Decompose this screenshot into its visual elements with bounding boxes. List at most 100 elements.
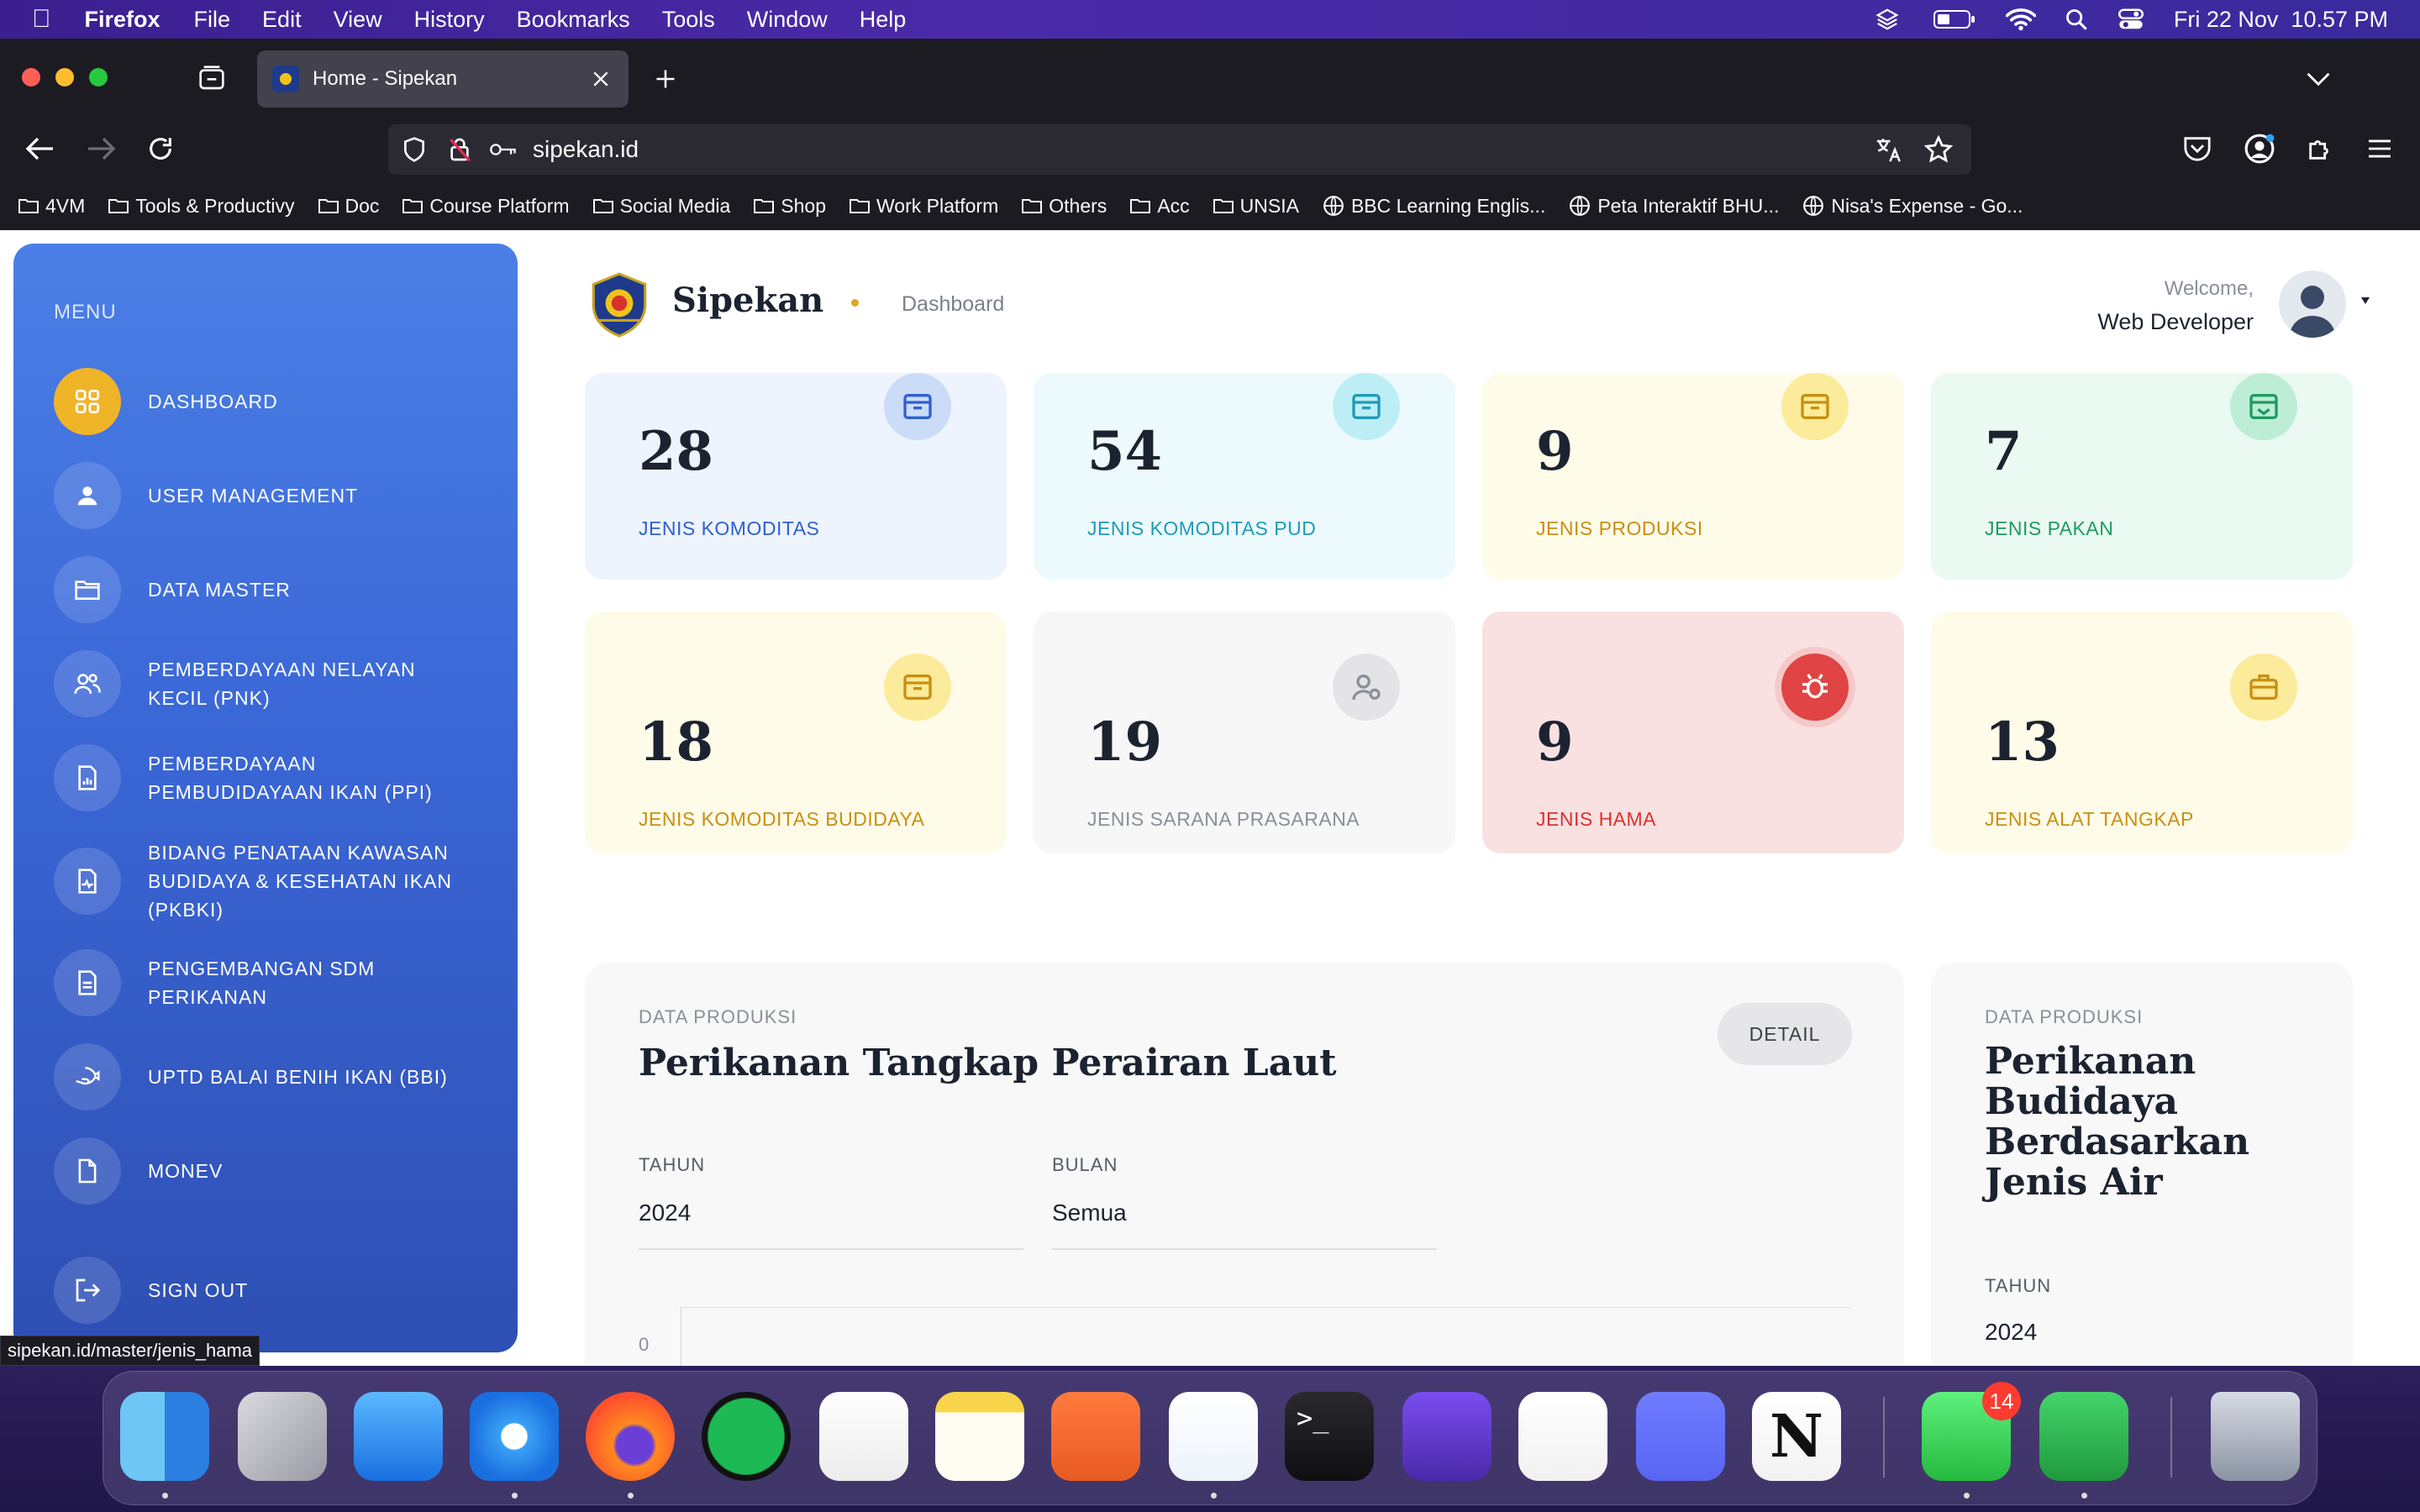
bookmark-folder-4vm[interactable]: 4VM [18,195,85,218]
bookmark-folder-unsia[interactable]: UNSIA [1213,195,1299,218]
menu-tools[interactable]: Tools [662,7,715,33]
sidebar-item-dashboard[interactable]: DASHBOARD [54,368,278,435]
card-jenis-komoditas-pud[interactable]: 54 JENIS KOMODITAS PUD [1034,373,1455,580]
hamburger-menu-icon[interactable] [2366,138,2393,160]
tahun-select[interactable]: 2024 [639,1200,691,1226]
menubar-app-name[interactable]: Firefox [85,7,160,33]
menu-window[interactable]: Window [747,7,828,33]
menu-history[interactable]: History [414,7,485,33]
sidebar-item-data-master[interactable]: DATA MASTER [54,556,291,623]
mail-icon[interactable] [354,1392,443,1481]
menubar-datetime[interactable]: Fri 22 Nov 10.57 PM [2174,7,2388,33]
avatar[interactable] [2279,270,2346,338]
translate-icon[interactable] [1874,135,1904,164]
card-jenis-alat-tangkap[interactable]: 13 JENIS ALAT TANGKAP [1931,612,2353,853]
sidebar-item-user-management[interactable]: USER MANAGEMENT [54,462,358,529]
forward-arrow-icon[interactable] [86,136,116,161]
bulan-select[interactable]: Semua [1052,1200,1127,1226]
url-text[interactable]: sipekan.id [533,136,639,163]
sidebar-item-ppi[interactable]: PEMBERDAYAAN PEMBUDIDAYAAN IKAN (PPI) [54,744,457,811]
bookmark-folder-others[interactable]: Others [1022,195,1107,218]
bookmark-folder-course[interactable]: Course Platform [402,195,570,218]
window-close-button[interactable] [22,68,40,87]
battery-icon[interactable] [1933,8,1975,30]
detail-button[interactable]: DETAIL [1718,1003,1852,1065]
bookmark-folder-social[interactable]: Social Media [592,195,730,218]
window-minimize-button[interactable] [55,68,74,87]
terminal-icon[interactable]: >_ [1285,1392,1374,1481]
menu-edit[interactable]: Edit [262,7,302,33]
menu-file[interactable]: File [194,7,231,33]
menu-bookmarks[interactable]: Bookmarks [517,7,630,33]
insecure-lock-icon[interactable] [447,136,472,163]
apple-icon[interactable]:  [32,5,51,34]
bookmark-folder-tools[interactable]: Tools & Productivy [108,195,295,218]
brand-name[interactable]: Sipekan [672,281,823,320]
bookmark-folder-doc[interactable]: Doc [318,195,379,218]
list-all-tabs-icon[interactable] [2306,71,2331,87]
spotify-icon[interactable] [702,1392,791,1481]
folder-icon [18,199,39,213]
postman-icon[interactable] [1051,1392,1140,1481]
spotlight-search-icon[interactable] [2065,8,2088,31]
reminders-icon[interactable] [819,1392,908,1481]
url-bar[interactable]: sipekan.id [388,124,1971,175]
bookmark-folder-acc[interactable]: Acc [1130,195,1190,218]
discord-icon[interactable] [1636,1392,1725,1481]
bookmark-link-bbc[interactable]: BBC Learning Englis... [1323,195,1545,218]
new-tab-icon[interactable] [654,67,677,91]
layers-icon[interactable] [1875,7,1900,32]
tableplus-icon[interactable] [1518,1392,1607,1481]
finder-icon[interactable] [120,1392,209,1481]
tahun-select[interactable]: 2024 [1985,1319,2037,1346]
menu-view[interactable]: View [334,7,382,33]
notes-icon[interactable] [935,1392,1024,1481]
bookmark-link-peta[interactable]: Peta Interaktif BHU... [1569,195,1779,218]
tab-close-icon[interactable] [592,70,610,88]
sign-out-button[interactable]: SIGN OUT [54,1257,248,1324]
bookmark-folder-shop[interactable]: Shop [754,195,826,218]
tracking-shield-icon[interactable] [402,136,427,163]
vscode-icon[interactable] [1169,1392,1258,1481]
card-jenis-pakan[interactable]: 7 JENIS PAKAN [1931,373,2353,580]
key-icon[interactable] [489,140,518,159]
sidebar-item-pkbki[interactable]: BIDANG PENATAAN KAWASAN BUDIDAYA & KESEH… [54,838,457,924]
firefox-icon[interactable] [586,1392,675,1481]
user-name[interactable]: Web Developer [2097,309,2254,335]
reload-icon[interactable] [146,134,175,163]
notion-icon[interactable]: N [1752,1392,1841,1481]
bookmark-star-icon[interactable] [1924,135,1953,164]
menu-help[interactable]: Help [860,7,907,33]
stat-value: 7 [1985,420,2023,483]
window-zoom-button[interactable] [89,68,108,87]
user-dropdown-icon[interactable] [2361,297,2370,304]
tab-overview-icon[interactable] [198,66,225,91]
extensions-icon[interactable] [2306,134,2334,163]
wifi-icon[interactable] [2005,8,2036,31]
card-jenis-sarana-prasarana[interactable]: 19 JENIS SARANA PRASARANA [1034,612,1455,853]
tab-home-sipekan[interactable]: Home - Sipekan [257,50,629,108]
bookmark-folder-work[interactable]: Work Platform [849,195,998,218]
numbers-icon[interactable] [2039,1392,2128,1481]
card-jenis-hama[interactable]: 9 JENIS HAMA [1482,612,1904,853]
breadcrumb[interactable]: Dashboard [902,292,1004,317]
trash-icon[interactable] [2211,1392,2300,1481]
control-center-icon[interactable] [2118,8,2144,31]
bookmark-label: Shop [781,194,826,217]
card-jenis-komoditas[interactable]: 28 JENIS KOMODITAS [585,373,1007,580]
sidebar-item-bbi[interactable]: UPTD BALAI BENIH IKAN (BBI) [54,1043,448,1110]
sidebar-item-sdm[interactable]: PENGEMBANGAN SDM PERIKANAN [54,949,457,1016]
launchpad-icon[interactable] [238,1392,327,1481]
box-icon [1781,373,1849,440]
safari-icon[interactable] [470,1392,559,1481]
database-icon[interactable] [1402,1392,1491,1481]
sidebar-item-pnk[interactable]: PEMBERDAYAAN NELAYAN KECIL (PNK) [54,650,457,717]
bookmark-link-expense[interactable]: Nisa's Expense - Go... [1802,195,2023,218]
sipekan-logo[interactable] [585,270,654,339]
card-jenis-produksi[interactable]: 9 JENIS PRODUKSI [1482,373,1904,580]
pocket-icon[interactable] [2183,134,2212,161]
account-icon[interactable] [2244,133,2275,165]
card-jenis-komoditas-budidaya[interactable]: 18 JENIS KOMODITAS BUDIDAYA [585,612,1007,853]
sidebar-item-monev[interactable]: MONEV [54,1137,223,1205]
back-arrow-icon[interactable] [25,136,55,161]
